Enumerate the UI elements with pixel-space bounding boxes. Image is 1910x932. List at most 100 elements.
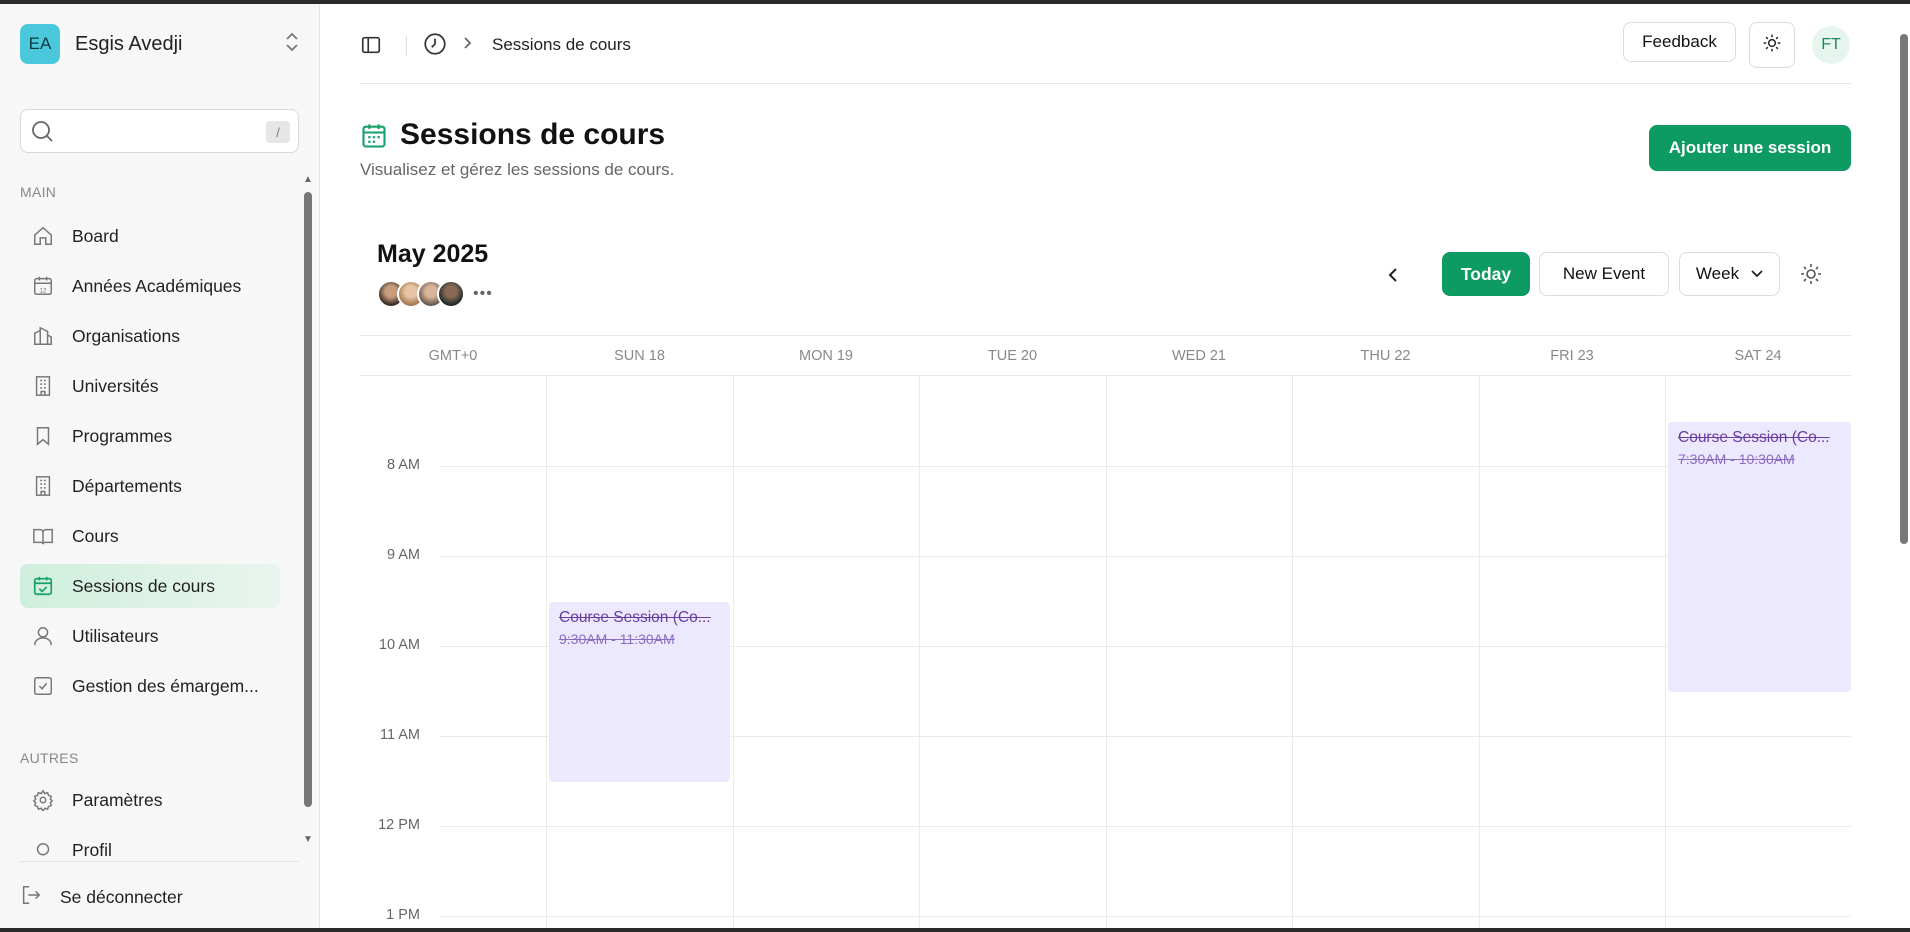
logout-icon: [20, 884, 42, 911]
theme-toggle-button[interactable]: [1749, 22, 1795, 68]
grid-line: [440, 916, 1851, 917]
timezone-label: GMT+0: [428, 348, 478, 364]
sidebar-item-organisations[interactable]: Organisations: [20, 314, 280, 358]
sidebar-item-users[interactable]: Utilisateurs: [20, 614, 280, 658]
sidebar-item-academic-years[interactable]: 12 Années Académiques: [20, 264, 280, 308]
logout-button[interactable]: Se déconnecter: [20, 884, 183, 911]
event-title: Course Session (Co...: [1678, 429, 1830, 446]
search-input[interactable]: /: [20, 109, 299, 153]
grid-line: [440, 826, 1851, 827]
hour-label: 1 PM: [386, 907, 420, 923]
checkbox-icon: [31, 674, 55, 698]
grid-line: [1665, 376, 1666, 928]
event-title: Course Session (Co...: [559, 609, 711, 626]
sidebar-item-label: Paramètres: [72, 789, 163, 810]
home-icon: [31, 224, 55, 248]
scroll-up-icon[interactable]: ▲: [303, 174, 313, 185]
participant-avatars[interactable]: •••: [377, 280, 493, 308]
view-select-label: Week: [1695, 264, 1740, 283]
calendar-header: GMT+0 SUN 18 MON 19 TUE 20 WED 21 THU 22…: [360, 335, 1851, 376]
day-header[interactable]: MON 19: [733, 336, 919, 376]
sidebar-item-board[interactable]: Board: [20, 214, 280, 258]
logout-label: Se déconnecter: [60, 887, 183, 907]
sidebar-item-label: Utilisateurs: [72, 625, 159, 646]
page-title: Sessions de cours: [400, 118, 666, 151]
sidebar-item-attendance[interactable]: Gestion des émargem...: [20, 664, 280, 708]
chevron-down-icon: [1751, 267, 1763, 281]
sidebar-item-programmes[interactable]: Programmes: [20, 414, 280, 458]
new-event-button[interactable]: New Event: [1539, 252, 1669, 296]
sidebar-item-departements[interactable]: Départements: [20, 464, 280, 508]
sidebar-item-sessions[interactable]: Sessions de cours: [20, 564, 280, 608]
bookmark-icon: [31, 424, 55, 448]
add-session-button[interactable]: Ajouter une session: [1649, 125, 1851, 171]
topbar: Sessions de cours Feedback FT: [360, 4, 1851, 84]
main-scrollbar[interactable]: [1898, 34, 1910, 924]
more-avatars-icon[interactable]: •••: [473, 285, 493, 303]
sidebar-item-label: Profil: [72, 840, 112, 858]
avatar[interactable]: FT: [1812, 26, 1850, 64]
view-select[interactable]: Week: [1679, 252, 1780, 296]
scrollbar-thumb[interactable]: [304, 192, 312, 807]
sidebar-item-cours[interactable]: Cours: [20, 514, 280, 558]
divider: [20, 861, 299, 862]
hour-label: 9 AM: [386, 547, 420, 563]
hour-label: 11 AM: [379, 727, 420, 743]
chevron-right-icon: [462, 36, 472, 53]
feedback-button[interactable]: Feedback: [1623, 22, 1736, 62]
sidebar-item-universities[interactable]: Universités: [20, 364, 280, 408]
calendar-event[interactable]: Course Session (Co... 9:30AM - 11:30AM: [549, 602, 730, 782]
day-header[interactable]: FRI 23: [1479, 336, 1665, 376]
day-header[interactable]: SUN 18: [546, 336, 733, 376]
building-icon: [31, 324, 55, 348]
sidebar-scrollbar[interactable]: ▲ ▼: [303, 174, 313, 845]
user-circle-icon: [31, 840, 55, 858]
grid-line: [733, 376, 734, 928]
calendar-check-icon: [31, 574, 55, 598]
sidebar-item-parametres[interactable]: Paramètres: [20, 778, 280, 822]
calendar-icon: [360, 122, 388, 155]
svg-text:12: 12: [39, 287, 47, 294]
search-shortcut-badge: /: [266, 121, 290, 143]
main-content: Sessions de cours Feedback FT Sessions d…: [320, 4, 1910, 928]
workspace-avatar: EA: [20, 24, 60, 64]
building-tall-icon: [31, 474, 55, 498]
sidebar: EA Esgis Avedji / MAIN Board 12 Années A…: [0, 4, 320, 928]
sidebar-item-label: Board: [72, 225, 119, 246]
sidebar-item-label: Organisations: [72, 325, 180, 346]
scroll-down-icon[interactable]: ▼: [303, 834, 313, 845]
sidebar-item-profil[interactable]: Profil: [20, 828, 280, 858]
grid-line: [1292, 376, 1293, 928]
hour-label: 10 AM: [378, 637, 420, 653]
day-header[interactable]: WED 21: [1106, 336, 1292, 376]
calendar-12-icon: 12: [31, 274, 55, 298]
scrollbar-thumb[interactable]: [1900, 34, 1908, 544]
grid-line: [1479, 376, 1480, 928]
grid-line: [440, 466, 1851, 467]
day-header[interactable]: TUE 20: [919, 336, 1106, 376]
sidebar-item-label: Sessions de cours: [72, 575, 215, 596]
page-subtitle: Visualisez et gérez les sessions de cour…: [360, 160, 675, 179]
week-calendar: GMT+0 SUN 18 MON 19 TUE 20 WED 21 THU 22…: [360, 335, 1851, 928]
sidebar-item-label: Années Académiques: [72, 275, 242, 296]
breadcrumb: Sessions de cours: [492, 35, 631, 54]
workspace-switcher[interactable]: EA Esgis Avedji: [20, 24, 300, 64]
workspace-name: Esgis Avedji: [75, 32, 183, 55]
sidebar-item-label: Gestion des émargem...: [72, 675, 259, 696]
grid-line: [440, 556, 1851, 557]
sidebar-item-label: Départements: [72, 475, 182, 496]
building-tall-icon: [31, 374, 55, 398]
book-open-icon: [31, 524, 55, 548]
sun-icon[interactable]: [1799, 262, 1823, 291]
app-window: EA Esgis Avedji / MAIN Board 12 Années A…: [0, 4, 1910, 928]
history-icon[interactable]: [422, 31, 448, 62]
day-header[interactable]: THU 22: [1292, 336, 1479, 376]
day-header[interactable]: SAT 24: [1665, 336, 1851, 376]
grid-line: [546, 376, 547, 928]
today-button[interactable]: Today: [1442, 252, 1530, 296]
calendar-event[interactable]: Course Session (Co... 7:30AM - 10:30AM: [1668, 422, 1851, 692]
hour-label: 8 AM: [386, 457, 420, 473]
sidebar-toggle-icon[interactable]: [360, 34, 382, 61]
prev-week-button[interactable]: [1378, 260, 1408, 290]
hour-label: 12 PM: [378, 817, 420, 833]
